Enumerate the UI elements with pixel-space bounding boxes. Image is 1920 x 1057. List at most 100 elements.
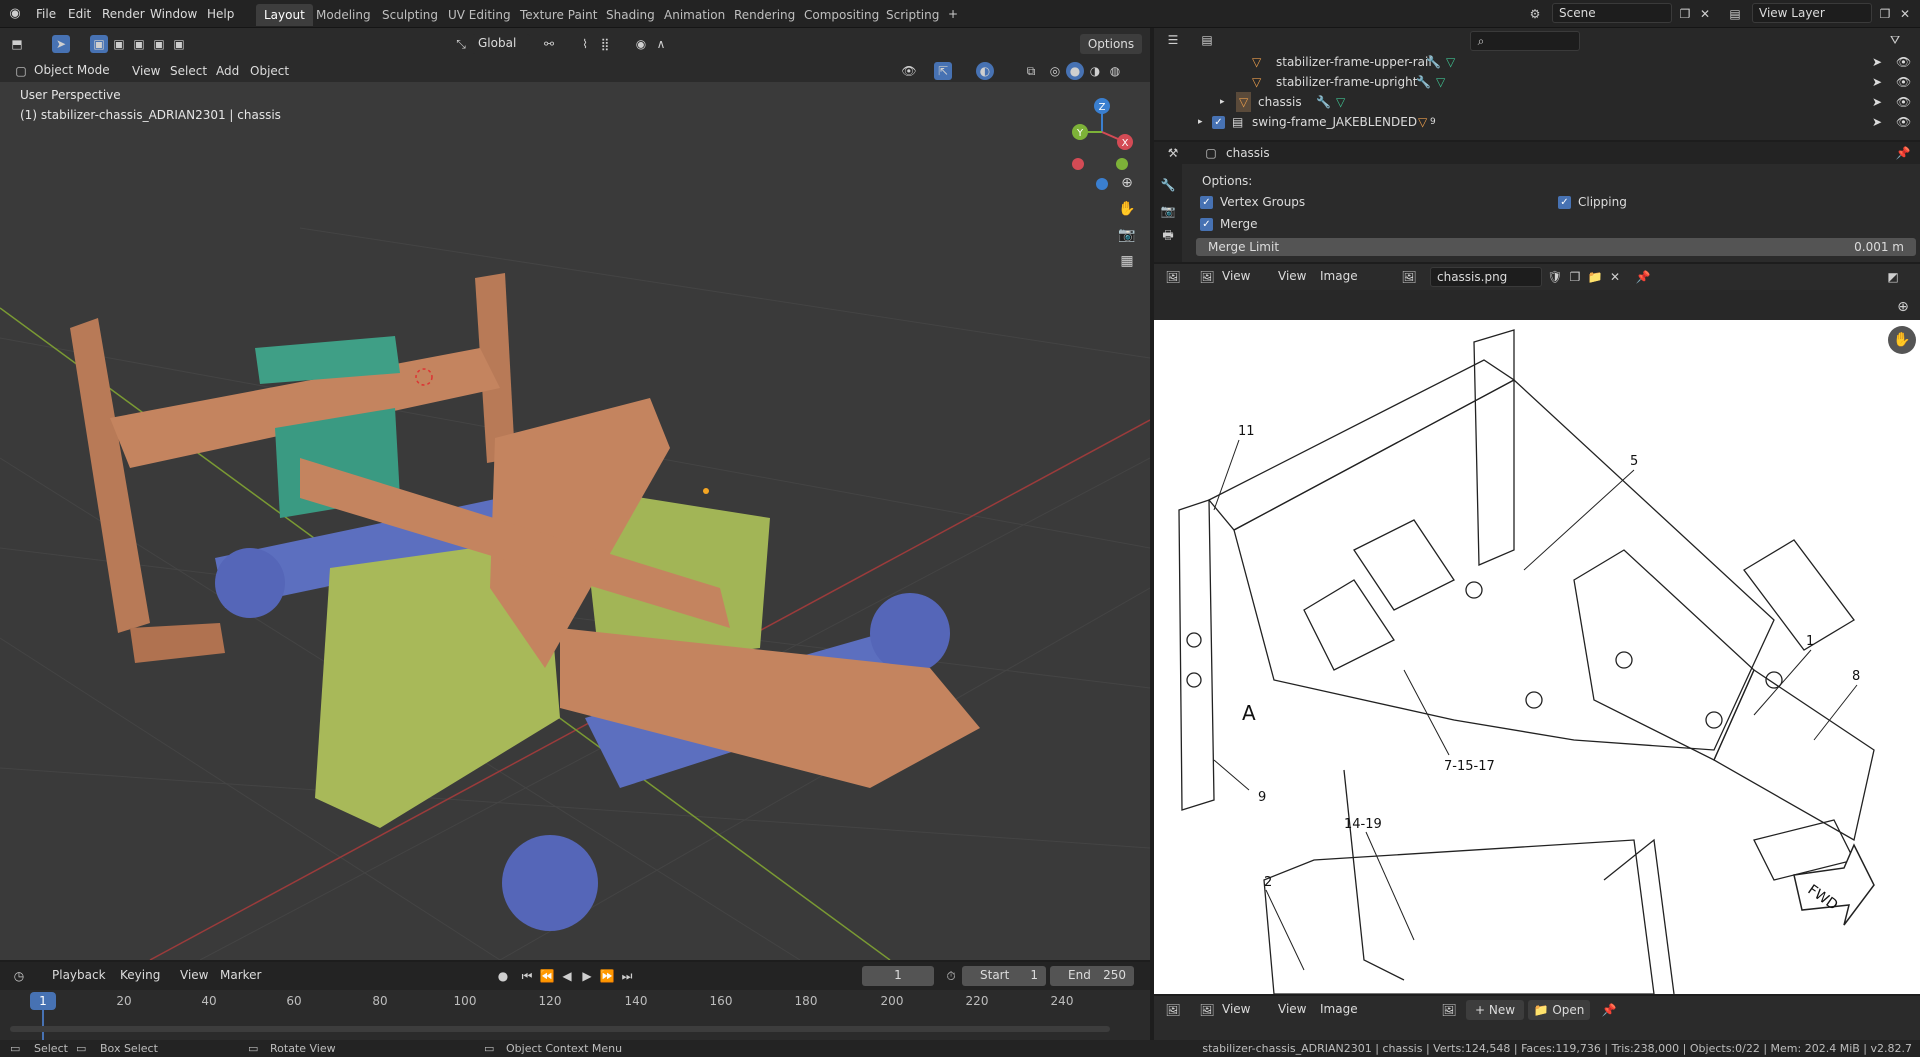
tab-animation[interactable]: Animation (656, 4, 733, 26)
tab-scripting[interactable]: Scripting (878, 4, 947, 26)
eye-icon[interactable]: 👁 (1896, 72, 1911, 92)
tab-uv-editing[interactable]: UV Editing (440, 4, 519, 26)
menu-help[interactable]: Help (201, 4, 240, 24)
scene-icon[interactable]: ⚙ (1526, 5, 1544, 23)
new-view-layer-icon[interactable]: ❐ (1876, 5, 1894, 23)
tab-modeling[interactable]: Modeling (308, 4, 379, 26)
add-workspace-icon[interactable]: + (944, 5, 962, 23)
select-invert-icon[interactable]: ▣ (150, 35, 168, 53)
stopwatch-icon[interactable]: ⏱ (942, 967, 960, 985)
display-mode-icon[interactable]: ▤ (1198, 31, 1216, 49)
zoom-icon[interactable]: ⊕ (1118, 174, 1136, 192)
transform-orientation-icon[interactable]: ⤡ (452, 35, 470, 53)
image-view-mode-select[interactable]: View (1216, 266, 1256, 286)
select-arrow-icon[interactable]: ➤ (1872, 92, 1882, 112)
gizmo-neg-z-icon[interactable] (1096, 178, 1108, 190)
proportional-edit-icon[interactable]: ◉ (632, 35, 650, 53)
duplicate-image-icon[interactable]: ❐ (1566, 268, 1584, 286)
timeline-editor-icon[interactable]: ◷ (10, 967, 28, 985)
record-icon[interactable]: ● (494, 967, 512, 985)
viewport-3d[interactable]: ⬒ ➤ ▣ ▣ ▣ ▣ ▣ ⤡ Global ⚯ ⌇ ⣿ ◉ ∧ Options… (0, 28, 1150, 960)
select-arrow-icon[interactable]: ➤ (1872, 112, 1882, 132)
eye-icon[interactable]: 👁 (1896, 92, 1911, 112)
gizmo-toggle-icon[interactable]: ⇱ (934, 62, 952, 80)
jump-end-icon[interactable]: ⏭ (618, 967, 636, 985)
image-menu-image[interactable]: Image (1314, 266, 1364, 286)
rear-hub[interactable] (215, 548, 285, 618)
tab-rendering[interactable]: Rendering (726, 4, 803, 26)
display-channels-icon[interactable]: ◩ (1884, 268, 1902, 286)
vertex-groups-checkbox[interactable]: ✓ (1200, 196, 1213, 209)
front-hub-right[interactable] (870, 593, 950, 673)
rear-upright-left[interactable] (70, 318, 150, 633)
outliner-row-active[interactable]: ▸ ▽ chassis 🔧 ▽ ➤ 👁 (1154, 92, 1920, 112)
image2-menu-image[interactable]: Image (1314, 999, 1364, 1019)
expand-arrow-icon[interactable]: ▸ (1198, 112, 1203, 132)
viewport-menu-select[interactable]: Select (164, 61, 213, 81)
outliner-row[interactable]: ▸ ✓ ▤ swing-frame_JAKEBLENDED ▽ 9 ➤ 👁 (1154, 112, 1920, 132)
view-mode-icon[interactable]: 🖼 (1198, 1001, 1216, 1019)
delete-view-layer-icon[interactable]: ✕ (1896, 5, 1914, 23)
solid-shading-icon[interactable]: ● (1066, 62, 1084, 80)
play-icon[interactable]: ▶ (578, 967, 596, 985)
menu-edit[interactable]: Edit (62, 4, 97, 24)
wireframe-shading-icon[interactable]: ◎ (1046, 62, 1064, 80)
output-tab-icon[interactable]: 🖶 (1159, 226, 1177, 244)
image-zoom-icon[interactable]: ⊕ (1894, 298, 1912, 316)
collection-checkbox[interactable]: ✓ (1212, 116, 1225, 129)
select-intersect-icon[interactable]: ▣ (170, 35, 188, 53)
scene-field[interactable]: Scene (1552, 3, 1672, 23)
tab-sculpting[interactable]: Sculpting (374, 4, 446, 26)
playhead[interactable]: 1 (30, 992, 56, 1010)
viewport-menu-add[interactable]: Add (210, 61, 245, 81)
chassis-model[interactable] (70, 273, 980, 931)
render-tab-icon[interactable]: 📷 (1159, 202, 1177, 220)
tool-tab-icon[interactable]: 🔧 (1159, 176, 1177, 194)
eye-icon[interactable]: 👁 (1896, 112, 1911, 132)
tab-compositing[interactable]: Compositing (796, 4, 887, 26)
viewport-options-button[interactable]: Options (1080, 34, 1142, 54)
select-extend-icon[interactable]: ▣ (110, 35, 128, 53)
tab-texture-paint[interactable]: Texture Paint (512, 4, 605, 26)
object-mode-select[interactable]: Object Mode (28, 61, 118, 81)
tab-shading[interactable]: Shading (598, 4, 663, 26)
menu-file[interactable]: File (30, 4, 62, 24)
outliner-row[interactable]: ▽ stabilizer-frame-upper-rail 🔧 ▽ ➤ 👁 (1154, 52, 1920, 72)
outliner-editor-icon[interactable]: ☰ (1164, 31, 1182, 49)
unlink-image-icon[interactable]: ✕ (1606, 268, 1624, 286)
image2-view-mode-select[interactable]: View (1216, 999, 1256, 1019)
merge-limit-field[interactable]: Merge Limit 0.001 m (1196, 238, 1916, 256)
pivot-point-icon[interactable]: ⚯ (540, 35, 558, 53)
expand-arrow-icon[interactable]: ▸ (1220, 92, 1225, 112)
view-layer-icon[interactable]: ▤ (1726, 5, 1744, 23)
falloff-icon[interactable]: ∧ (652, 35, 670, 53)
menu-render[interactable]: Render (96, 4, 151, 24)
fake-user-icon[interactable]: 🛡 (1546, 268, 1564, 286)
play-reverse-icon[interactable]: ◀ (558, 967, 576, 985)
tab-layout[interactable]: Layout (256, 4, 313, 26)
properties-editor-icon[interactable]: ⚒ (1164, 144, 1182, 162)
open-folder-icon[interactable]: 📁 (1586, 268, 1604, 286)
snap-icon[interactable]: ⌇ (576, 35, 594, 53)
select-arrow-icon[interactable]: ➤ (1872, 52, 1882, 72)
pan-hand-icon[interactable]: ✋ (1118, 200, 1136, 218)
foot-plate[interactable] (130, 623, 225, 663)
image-pan-icon[interactable]: ✋ (1888, 326, 1916, 354)
start-frame-field[interactable]: Start 1 (962, 966, 1046, 986)
open-image-button[interactable]: 📁 Open (1528, 1000, 1590, 1020)
clipping-checkbox[interactable]: ✓ (1558, 196, 1571, 209)
camera-icon[interactable]: 📷 (1118, 226, 1136, 244)
gizmo-neg-y-icon[interactable] (1116, 158, 1128, 170)
merge-checkbox[interactable]: ✓ (1200, 218, 1213, 231)
overlays-icon[interactable]: ◐ (976, 62, 994, 80)
current-frame-field[interactable]: 1 (862, 966, 934, 986)
select-tool-icon[interactable]: ➤ (52, 35, 70, 53)
editor-type-3d-icon[interactable]: ⬒ (8, 35, 26, 53)
pin-image-icon[interactable]: 📌 (1600, 1001, 1618, 1019)
viewport-menu-view[interactable]: View (126, 61, 166, 81)
timeline-scrollbar[interactable] (10, 1026, 1110, 1032)
jump-start-icon[interactable]: ⏮ (518, 967, 536, 985)
material-shading-icon[interactable]: ◑ (1086, 62, 1104, 80)
menu-window[interactable]: Window (144, 4, 203, 24)
pin-icon[interactable]: 📌 (1894, 144, 1912, 162)
